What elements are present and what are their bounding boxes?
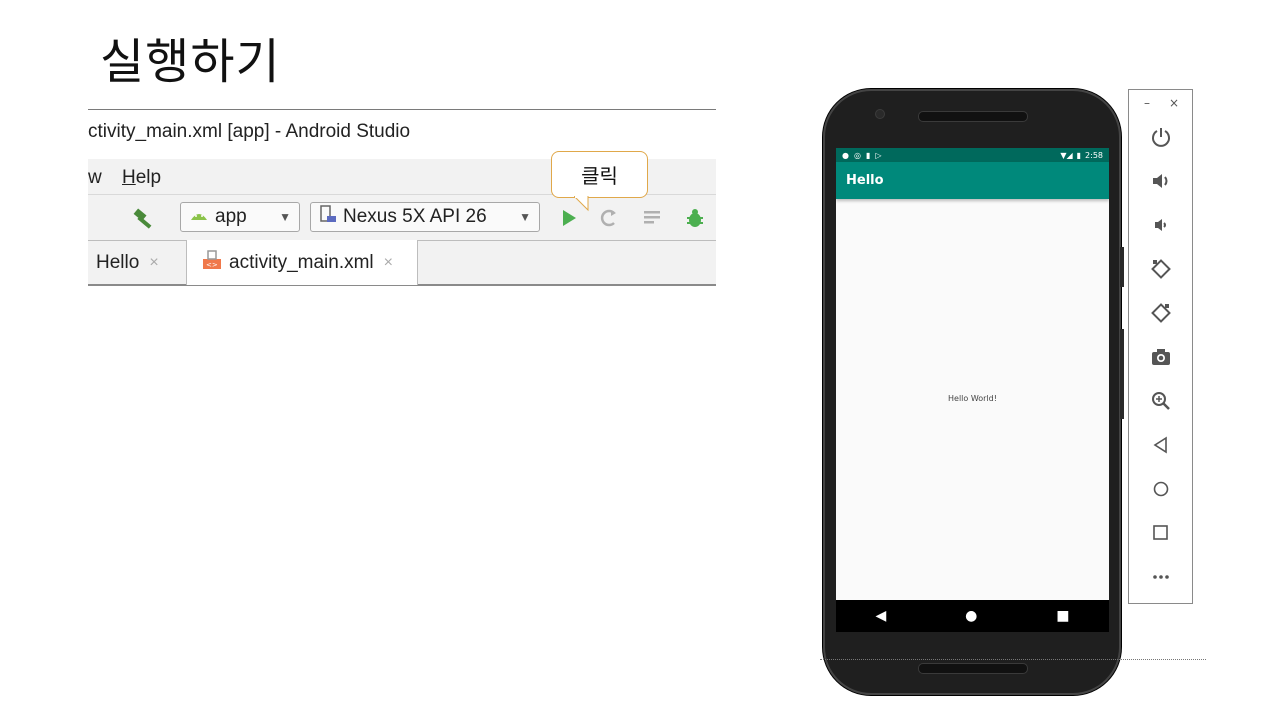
shield-icon: ●	[842, 150, 849, 160]
app-bar-title: Hello	[836, 162, 1109, 199]
status-time: 2:58	[1085, 150, 1103, 160]
window-title: ctivity_main.xml [app] - Android Studio	[88, 121, 411, 142]
bottom-speaker	[918, 663, 1028, 674]
close-icon[interactable]: ×	[384, 254, 393, 272]
nav-bar: ◀ ● ■	[836, 600, 1109, 632]
run-config-label: app	[215, 206, 247, 227]
click-callout: 클릭	[551, 151, 648, 198]
device-select[interactable]: Nexus 5X API 26 ▼	[310, 202, 540, 232]
more-icon[interactable]	[1129, 562, 1192, 592]
phone-frame: ● ◎ ▮ ▷ ▼◢ ▮ 2:58 Hello Hello World! ◀ ●…	[823, 89, 1124, 695]
power-side-button[interactable]	[1120, 247, 1124, 287]
status-bar: ● ◎ ▮ ▷ ▼◢ ▮ 2:58	[836, 148, 1109, 162]
menu-help-label: elp	[135, 167, 162, 188]
sdcard-icon: ▮	[865, 150, 871, 160]
menu-help[interactable]: Help	[122, 167, 161, 189]
chevron-down-icon: ▼	[279, 210, 291, 224]
apply-code-changes-icon[interactable]	[642, 207, 664, 229]
hello-world-text: Hello World!	[948, 394, 997, 403]
nav-back-icon[interactable]: ◀	[875, 608, 886, 624]
android-studio-window: ctivity_main.xml [app] - Android Studio …	[88, 109, 716, 289]
menu-view[interactable]: w	[88, 167, 102, 189]
menu-help-mnemonic: H	[122, 167, 136, 188]
apply-changes-icon[interactable]	[598, 207, 620, 229]
tab-hello-label: Hello	[96, 252, 140, 273]
minimize-button[interactable]: –	[1144, 96, 1150, 110]
debug-icon[interactable]	[684, 207, 706, 229]
android-icon	[189, 206, 209, 228]
device-icon	[319, 204, 337, 230]
svg-text:<>: <>	[206, 261, 218, 269]
slide-title: 실행하기	[100, 34, 281, 90]
camera-icon[interactable]	[1129, 342, 1192, 372]
wifi-icon: ▼◢	[1060, 150, 1073, 160]
front-camera	[875, 109, 885, 119]
volume-side-button[interactable]	[1120, 329, 1124, 419]
top-speaker	[918, 111, 1028, 122]
tab-activity-main-label: activity_main.xml	[229, 251, 374, 273]
xml-file-icon: <>	[201, 249, 223, 277]
make-project-icon[interactable]	[133, 205, 159, 231]
nav-overview-icon[interactable]: ■	[1056, 608, 1069, 624]
sync-icon: ◎	[853, 150, 861, 160]
battery-icon: ▮	[1076, 150, 1082, 160]
notification-icons: ● ◎ ▮ ▷	[842, 151, 882, 160]
callout-tail	[574, 196, 589, 212]
phone-screen: ● ◎ ▮ ▷ ▼◢ ▮ 2:58 Hello Hello World! ◀ ●…	[836, 148, 1109, 632]
window-top-border	[88, 109, 716, 110]
zoom-icon[interactable]	[1129, 386, 1192, 416]
overview-icon[interactable]	[1129, 518, 1192, 548]
dotted-divider	[820, 659, 1206, 660]
volume-down-icon[interactable]	[1129, 210, 1192, 240]
home-icon[interactable]	[1129, 474, 1192, 504]
volume-up-icon[interactable]	[1129, 166, 1192, 196]
run-config-select[interactable]: app ▼	[180, 202, 300, 232]
rotate-right-icon[interactable]	[1129, 298, 1192, 328]
tab-activity-main[interactable]: <> activity_main.xml ×	[186, 240, 418, 285]
device-label: Nexus 5X API 26	[343, 206, 487, 227]
close-button[interactable]: ×	[1169, 96, 1179, 110]
close-icon[interactable]: ×	[149, 254, 158, 272]
chevron-down-icon: ▼	[519, 210, 531, 224]
tab-hello[interactable]: Hello ×	[88, 240, 186, 286]
power-icon[interactable]	[1129, 122, 1192, 152]
rotate-left-icon[interactable]	[1129, 254, 1192, 284]
nav-home-icon[interactable]: ●	[965, 608, 977, 624]
back-icon[interactable]	[1129, 430, 1192, 460]
emulator-controls: – ×	[1128, 89, 1193, 604]
play-icon: ▷	[875, 150, 882, 160]
